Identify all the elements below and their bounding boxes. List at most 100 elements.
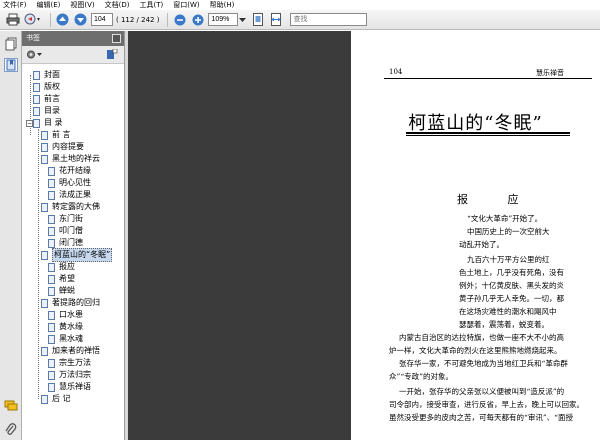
bookmark-item[interactable]: 叩门僧 (48, 225, 83, 237)
bookmark-icon (48, 322, 55, 332)
bookmark-item[interactable]: 万法归宗 (48, 369, 91, 381)
menu-tools[interactable]: 工具(T) (140, 0, 164, 10)
bookmark-item[interactable]: 封面 (33, 69, 60, 81)
bookmark-icon (48, 370, 55, 380)
bookmark-label: 黄水缘 (59, 322, 83, 331)
pages-button[interactable] (4, 37, 18, 51)
attachments-button[interactable] (4, 423, 18, 437)
bookmark-label: 口水患 (59, 310, 83, 319)
body-line: 张存华一家，不可避免地成为当地红卫兵和“革命群 (399, 359, 568, 368)
bookmark-label: 后 记 (52, 394, 71, 403)
bookmark-icon (48, 190, 55, 200)
panel-close-button[interactable] (112, 34, 121, 43)
menu-help[interactable]: 帮助(H) (210, 0, 235, 10)
bookmark-icon (41, 298, 48, 308)
bookmark-label: 转定露的大佛 (52, 202, 100, 211)
body-line: 动乱开始了。 (459, 240, 504, 249)
bookmark-icon (41, 394, 48, 404)
bookmark-item[interactable]: 加来者的禅悟 (41, 345, 100, 357)
bookmark-label: 蝉蜕 (59, 286, 75, 295)
body-line: 瑟瑟着，震荡着，蜕变着。 (459, 320, 549, 329)
arrow-up-icon (56, 13, 69, 26)
menu-edit[interactable]: 编辑(E) (37, 0, 61, 10)
options-button[interactable] (26, 49, 44, 60)
zoom-in-button[interactable] (190, 13, 205, 27)
comments-button[interactable] (4, 399, 18, 413)
body-line: 内蒙古自治区的达拉特旗，也做一座不大不小的高 (399, 333, 564, 342)
menu-window[interactable]: 窗口(W) (173, 0, 199, 10)
bookmark-item[interactable]: 转定露的大佛 (41, 201, 100, 213)
fit-page-icon (252, 13, 263, 26)
bookmark-icon (48, 286, 55, 296)
bookmark-item[interactable]: 黑水魂 (48, 333, 83, 345)
header-rule (384, 78, 592, 79)
next-page-button[interactable] (73, 13, 88, 27)
bookmark-item-selected[interactable]: 柯蓝山的“冬眠” (41, 248, 113, 262)
bookmark-item[interactable]: 宗生万法 (48, 357, 91, 369)
zoom-input[interactable] (208, 13, 239, 26)
first-page-button[interactable] (55, 13, 70, 27)
bookmark-label: 加来者的禅悟 (52, 346, 100, 355)
print-button[interactable] (5, 13, 20, 27)
bookmark-item[interactable]: 前 言 (41, 129, 71, 141)
paperclip-icon (5, 423, 17, 435)
gear-icon (27, 50, 42, 59)
bookmark-icon (48, 262, 55, 272)
body-line: “文化大革命”开始了。 (467, 214, 543, 223)
bookmark-item[interactable]: 慧乐禅语 (48, 381, 91, 393)
bookmark-item[interactable]: 目录 (33, 105, 60, 117)
bookmark-item[interactable]: 版权 (33, 81, 60, 93)
bookmarks-button[interactable] (4, 58, 18, 72)
bookmark-item[interactable]: 法成正果 (48, 189, 91, 201)
bookmarks-panel: 书签 封面 版权 前言 目录 − 目 录 前 言 内容提要 黑土地的祥云 花开结… (22, 31, 125, 440)
bookmark-item[interactable]: 东门街 (48, 213, 83, 225)
document-viewer[interactable]: 104 慧乐禅音 柯蓝山的“冬眠” 报 应 “文化大革命”开始了。 中国历史上的… (128, 31, 600, 440)
bookmark-item[interactable]: 蝉蜕 (48, 285, 75, 297)
bookmark-label: 目 录 (44, 118, 63, 127)
bookmark-item[interactable]: 口水患 (48, 309, 83, 321)
bookmark-icon (41, 142, 48, 152)
bookmark-icon (48, 166, 55, 176)
page-number-input[interactable] (91, 13, 113, 26)
bookmark-label: 前言 (44, 94, 60, 103)
zoom-out-button[interactable] (172, 13, 187, 27)
bookmark-icon (41, 154, 48, 164)
bookmark-label: 明心见性 (59, 178, 91, 187)
fit-page-button[interactable] (250, 13, 265, 27)
bookmark-item[interactable]: 明心见性 (48, 177, 91, 189)
bookmark-item[interactable]: 报应 (48, 261, 75, 273)
body-line: 炉一样，文化大革命的烈火在这里熊熊地燃烧起来。 (389, 346, 562, 355)
find-input[interactable] (290, 13, 368, 26)
toolbar: ( 112 / 242 ) (0, 10, 600, 30)
arrow-down-icon (74, 13, 87, 26)
menu-document[interactable]: 文档(D) (105, 0, 130, 10)
new-bookmark-button[interactable] (106, 48, 118, 60)
zoom-dropdown-button[interactable] (238, 13, 247, 27)
body-line: 黄子孙几乎无人幸免。一切，都 (459, 294, 564, 303)
bookmark-label: 报应 (59, 262, 75, 271)
bookmark-item[interactable]: 希望 (48, 273, 75, 285)
collapse-toggle[interactable]: − (26, 119, 33, 127)
bookmark-icon (33, 70, 40, 80)
bookmark-icon (41, 346, 48, 356)
share-button[interactable] (23, 13, 43, 27)
fit-width-button[interactable] (268, 13, 283, 27)
bookmark-item[interactable]: 花开结缘 (48, 165, 91, 177)
comment-icon (4, 400, 18, 411)
bookmark-item[interactable]: 黄水缘 (48, 321, 83, 333)
bookmark-item[interactable]: 内容提要 (41, 141, 84, 153)
bookmark-item[interactable]: 黑土地的祥云 (41, 153, 100, 165)
bookmark-icon (41, 202, 48, 212)
printer-icon (6, 13, 19, 26)
bookmark-item[interactable]: 后 记 (41, 393, 71, 405)
bookmark-icon (48, 274, 55, 284)
bookmark-item[interactable]: 著提路的回归 (41, 297, 100, 309)
menu-view[interactable]: 视图(V) (70, 0, 94, 10)
bookmark-item[interactable]: 前言 (33, 93, 60, 105)
bookmark-item[interactable]: − 目 录 (26, 117, 63, 129)
menu-file[interactable]: 文件(F) (3, 0, 27, 10)
bookmark-label: 柯蓝山的“冬眠” (52, 248, 113, 262)
share-icon (24, 13, 40, 25)
bookmark-icon (6, 59, 16, 71)
fit-width-icon (270, 13, 281, 26)
